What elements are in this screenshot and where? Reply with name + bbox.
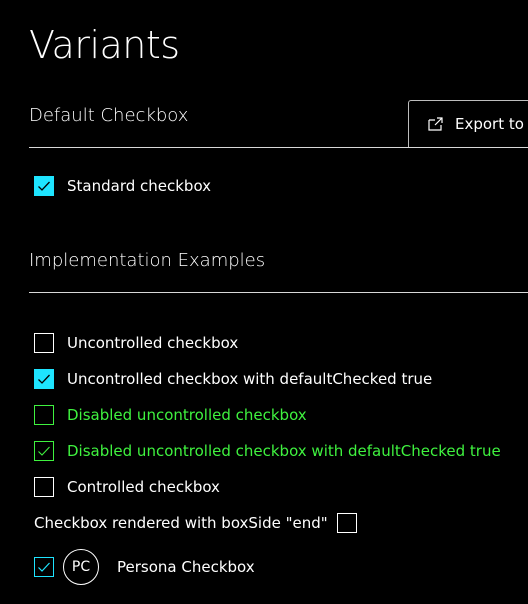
checkbox-box[interactable] [34, 176, 54, 196]
box-side-end-checkbox[interactable]: Checkbox rendered with boxSide "end" [34, 511, 357, 535]
section-title-implementation: Implementation Examples [29, 250, 266, 271]
persona-avatar: PC [63, 549, 99, 585]
checkbox-box[interactable] [34, 477, 54, 497]
uncontrolled-default-checked-checkbox[interactable]: Uncontrolled checkbox with defaultChecke… [34, 367, 432, 391]
checkbox-box[interactable] [34, 369, 54, 389]
section-divider-implementation [29, 292, 528, 293]
checkbox-label: Uncontrolled checkbox with defaultChecke… [67, 370, 433, 388]
checkbox-label: Checkbox rendered with boxSide "end" [34, 514, 328, 532]
page-title: Variants [29, 23, 180, 67]
checkbox-box[interactable] [34, 557, 54, 577]
checkbox-label: Disabled uncontrolled checkbox [67, 406, 307, 424]
checkbox-label: Controlled checkbox [67, 478, 220, 496]
controlled-checkbox[interactable]: Controlled checkbox [34, 475, 220, 499]
checkbox-label: Disabled uncontrolled checkbox with defa… [67, 442, 501, 460]
persona-checkbox[interactable]: PC Persona Checkbox [34, 549, 255, 585]
section-title-default: Default Checkbox [29, 105, 189, 126]
checkmark-icon [38, 562, 50, 572]
uncontrolled-checkbox[interactable]: Uncontrolled checkbox [34, 331, 238, 355]
checkbox-label: Standard checkbox [67, 177, 212, 195]
disabled-default-checked-checkbox: Disabled uncontrolled checkbox with defa… [34, 439, 501, 463]
checkmark-icon [38, 181, 50, 191]
standard-checkbox[interactable]: Standard checkbox [34, 174, 211, 198]
checkbox-box [34, 441, 54, 461]
section-divider-default [29, 147, 528, 148]
checkmark-icon [38, 446, 50, 456]
persona-name: Persona Checkbox [117, 558, 255, 576]
checkbox-box[interactable] [336, 513, 357, 533]
checkbox-box[interactable] [34, 333, 54, 353]
export-button-label: Export to [455, 115, 524, 133]
export-button[interactable]: Export to [408, 100, 528, 147]
disabled-uncontrolled-checkbox: Disabled uncontrolled checkbox [34, 403, 307, 427]
open-external-icon [428, 117, 443, 131]
checkmark-icon [38, 374, 50, 384]
checkbox-label: Uncontrolled checkbox [67, 334, 239, 352]
checkbox-box [34, 405, 54, 425]
